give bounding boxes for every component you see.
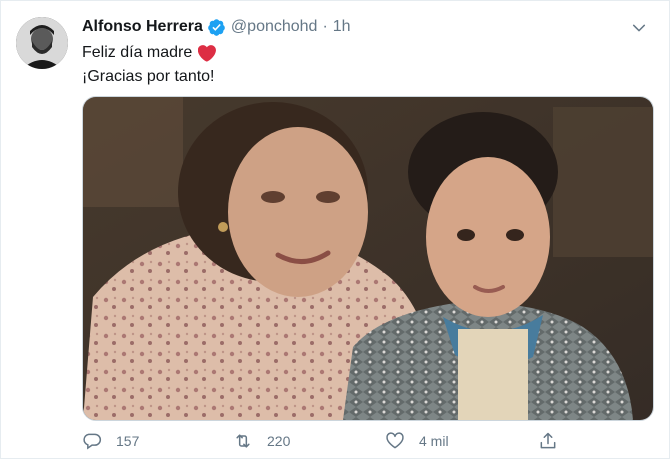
retweet-count: 220 (267, 433, 291, 449)
author-name[interactable]: Alfonso Herrera (82, 18, 203, 36)
separator-dot: · (322, 18, 328, 35)
avatar-photo (16, 17, 68, 69)
author-handle[interactable]: @ponchohd (231, 18, 318, 36)
reply-button[interactable]: 157 (82, 429, 139, 453)
reply-icon (83, 433, 102, 450)
chevron-down-icon[interactable] (631, 20, 647, 36)
tweet-photo[interactable] (82, 96, 654, 421)
tweet-text-line-1: Feliz día madre (82, 44, 193, 61)
tweet-text-line-2: ¡Gracias por tanto! (82, 68, 215, 85)
tweet-header: Alfonso Herrera @ponchohd · 1h (82, 16, 351, 38)
share-icon (540, 432, 556, 449)
verified-badge-icon (207, 18, 226, 37)
red-heart-emoji-icon (198, 44, 217, 62)
like-icon (386, 432, 404, 449)
retweet-icon (236, 434, 250, 448)
tweet-text: Feliz día madre ¡Gracias por tanto! (82, 41, 217, 89)
retweet-button[interactable]: 220 (233, 429, 290, 453)
like-count: 4 mil (419, 433, 449, 449)
photo-mother-and-child (83, 97, 653, 420)
reply-count: 157 (116, 433, 140, 449)
like-button[interactable]: 4 mil (385, 429, 449, 453)
timestamp[interactable]: 1h (333, 18, 351, 36)
tweet-card[interactable]: Alfonso Herrera @ponchohd · 1h Feliz día… (0, 0, 670, 459)
tweet-action-bar: 157 220 4 mil (82, 429, 642, 453)
share-button[interactable] (538, 429, 558, 453)
avatar[interactable] (16, 17, 68, 69)
